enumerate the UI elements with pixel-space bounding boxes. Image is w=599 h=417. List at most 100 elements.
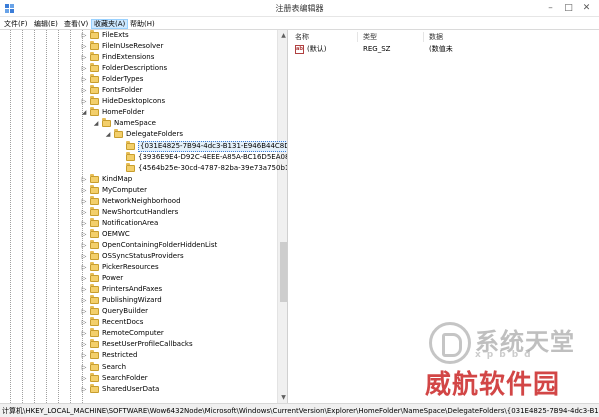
maximize-button[interactable]: □ bbox=[562, 3, 575, 14]
expand-arrow-icon bbox=[116, 164, 124, 173]
expand-arrow-icon[interactable]: ▷ bbox=[80, 318, 88, 327]
tree-node-label: PrintersAndFaxes bbox=[102, 285, 163, 294]
folder-icon bbox=[90, 173, 99, 183]
expand-arrow-icon[interactable]: ▷ bbox=[80, 186, 88, 195]
folder-icon bbox=[126, 151, 135, 161]
tree-guide-line bbox=[34, 30, 35, 403]
menu-help[interactable]: 帮助(H) bbox=[128, 19, 157, 29]
expand-arrow-icon[interactable]: ▷ bbox=[80, 64, 88, 73]
folder-icon bbox=[90, 317, 99, 327]
expand-arrow-icon[interactable]: ▷ bbox=[80, 307, 88, 316]
column-separator[interactable] bbox=[423, 32, 424, 42]
tree-node-label: DelegateFolders bbox=[126, 130, 184, 139]
expand-arrow-icon[interactable]: ▷ bbox=[80, 208, 88, 217]
tree-node-label: FolderDescriptions bbox=[102, 64, 168, 73]
folder-icon bbox=[90, 228, 99, 238]
tree-node-label: {031E4825-7B94-4dc3-B131-E946B44C8DD5} bbox=[138, 140, 287, 152]
tree-guide-line bbox=[22, 30, 23, 403]
menu-edit[interactable]: 编辑(E) bbox=[32, 19, 60, 29]
menu-file[interactable]: 文件(F) bbox=[2, 19, 30, 29]
tree-node-label: {3936E9E4-D92C-4EEE-A85A-BC16D5EA0819} bbox=[138, 152, 288, 161]
collapse-arrow-icon[interactable]: ◢ bbox=[80, 108, 88, 117]
expand-arrow-icon[interactable]: ▷ bbox=[80, 197, 88, 206]
folder-icon bbox=[90, 306, 99, 316]
folder-icon bbox=[90, 273, 99, 283]
column-header-data[interactable]: 数据 bbox=[429, 32, 443, 42]
folder-icon bbox=[90, 96, 99, 106]
tree-guide-line bbox=[10, 30, 11, 403]
folder-icon bbox=[90, 239, 99, 249]
expand-arrow-icon[interactable]: ▷ bbox=[80, 263, 88, 272]
menu-bar: 文件(F) 编辑(E) 查看(V) 收藏夹(A) 帮助(H) bbox=[0, 17, 599, 30]
folder-icon bbox=[102, 118, 111, 128]
folder-icon bbox=[90, 85, 99, 95]
folder-icon bbox=[90, 52, 99, 62]
expand-arrow-icon[interactable]: ▷ bbox=[80, 285, 88, 294]
expand-arrow-icon[interactable]: ▷ bbox=[80, 219, 88, 228]
tree-node-label: RecentDocs bbox=[102, 318, 144, 327]
folder-icon bbox=[90, 295, 99, 305]
scroll-down-arrow-icon[interactable]: ▼ bbox=[278, 392, 287, 403]
expand-arrow-icon[interactable]: ▷ bbox=[80, 385, 88, 394]
close-button[interactable]: ✕ bbox=[580, 3, 593, 14]
scroll-thumb[interactable] bbox=[280, 242, 287, 302]
expand-arrow-icon[interactable]: ▷ bbox=[80, 53, 88, 62]
expand-arrow-icon[interactable]: ▷ bbox=[80, 42, 88, 51]
tree-node-label: NetworkNeighborhood bbox=[102, 196, 181, 205]
tree-node-label: {4564b25e-30cd-4787-82ba-39e73a750b14} bbox=[138, 163, 288, 172]
tree-guide-line bbox=[46, 30, 47, 403]
title-bar[interactable]: 注册表编辑器 – □ ✕ bbox=[0, 0, 599, 17]
collapse-arrow-icon[interactable]: ◢ bbox=[92, 119, 100, 128]
expand-arrow-icon[interactable]: ▷ bbox=[80, 329, 88, 338]
menu-view[interactable]: 查看(V) bbox=[62, 19, 90, 29]
expand-arrow-icon[interactable]: ▷ bbox=[80, 363, 88, 372]
folder-icon bbox=[90, 74, 99, 84]
expand-arrow-icon[interactable]: ▷ bbox=[80, 274, 88, 283]
expand-arrow-icon[interactable]: ▷ bbox=[80, 351, 88, 360]
value-row[interactable]: ab (默认) REG_SZ (数值未 bbox=[289, 44, 599, 55]
expand-arrow-icon[interactable]: ▷ bbox=[80, 175, 88, 184]
folder-icon bbox=[90, 41, 99, 51]
expand-arrow-icon[interactable]: ▷ bbox=[80, 86, 88, 95]
values-list[interactable]: 名称 类型 数据 ab (默认) REG_SZ (数值未 bbox=[289, 30, 599, 403]
expand-arrow-icon[interactable]: ▷ bbox=[80, 252, 88, 261]
expand-arrow-icon[interactable]: ▷ bbox=[80, 296, 88, 305]
expand-arrow-icon[interactable]: ▷ bbox=[80, 97, 88, 106]
tree-node-label: OSSyncStatusProviders bbox=[102, 252, 184, 260]
collapse-arrow-icon[interactable]: ◢ bbox=[104, 130, 112, 139]
value-type: REG_SZ bbox=[363, 45, 391, 53]
folder-icon bbox=[90, 328, 99, 338]
scroll-up-arrow-icon[interactable]: ▲ bbox=[278, 30, 287, 41]
minimize-button[interactable]: – bbox=[544, 3, 557, 14]
tree-node-label: QueryBuilder bbox=[102, 307, 149, 316]
value-name: (默认) bbox=[307, 45, 327, 53]
column-header-type[interactable]: 类型 bbox=[363, 32, 377, 42]
expand-arrow-icon[interactable]: ▷ bbox=[80, 31, 88, 40]
expand-arrow-icon[interactable]: ▷ bbox=[80, 340, 88, 349]
tree-node-label: PickerResources bbox=[102, 263, 159, 272]
expand-arrow-icon[interactable]: ▷ bbox=[80, 75, 88, 84]
tree-node-label: FileExts bbox=[102, 31, 129, 39]
tree-node-label: PublishingWizard bbox=[102, 296, 162, 305]
expand-arrow-icon bbox=[116, 153, 124, 162]
tree-node-label: HideDesktopIcons bbox=[102, 97, 166, 106]
folder-icon bbox=[90, 383, 99, 393]
expand-arrow-icon[interactable]: ▷ bbox=[80, 374, 88, 383]
registry-tree[interactable]: ▲ ▼ ▷ FileExts ▷ FileInUseResolver ▷ FindExte… bbox=[0, 30, 288, 403]
menu-favorites[interactable]: 收藏夹(A) bbox=[91, 19, 129, 29]
tree-scrollbar[interactable]: ▲ ▼ bbox=[277, 30, 287, 403]
tree-node-label: OpenContainingFolderHiddenList bbox=[102, 240, 218, 249]
tree-node-label: HomeFolder bbox=[102, 108, 145, 117]
folder-icon bbox=[90, 251, 99, 260]
expand-arrow-icon[interactable]: ▷ bbox=[80, 241, 88, 250]
tree-node-label: Restricted bbox=[102, 351, 138, 360]
folder-icon bbox=[90, 217, 99, 227]
value-data: (数值未 bbox=[429, 45, 453, 53]
column-separator[interactable] bbox=[357, 32, 358, 42]
folder-icon bbox=[90, 30, 99, 39]
folder-icon bbox=[90, 107, 99, 117]
tree-node-label: Power bbox=[102, 274, 124, 283]
expand-arrow-icon[interactable]: ▷ bbox=[80, 230, 88, 239]
column-header-name[interactable]: 名称 bbox=[295, 32, 309, 42]
folder-icon bbox=[90, 284, 99, 294]
